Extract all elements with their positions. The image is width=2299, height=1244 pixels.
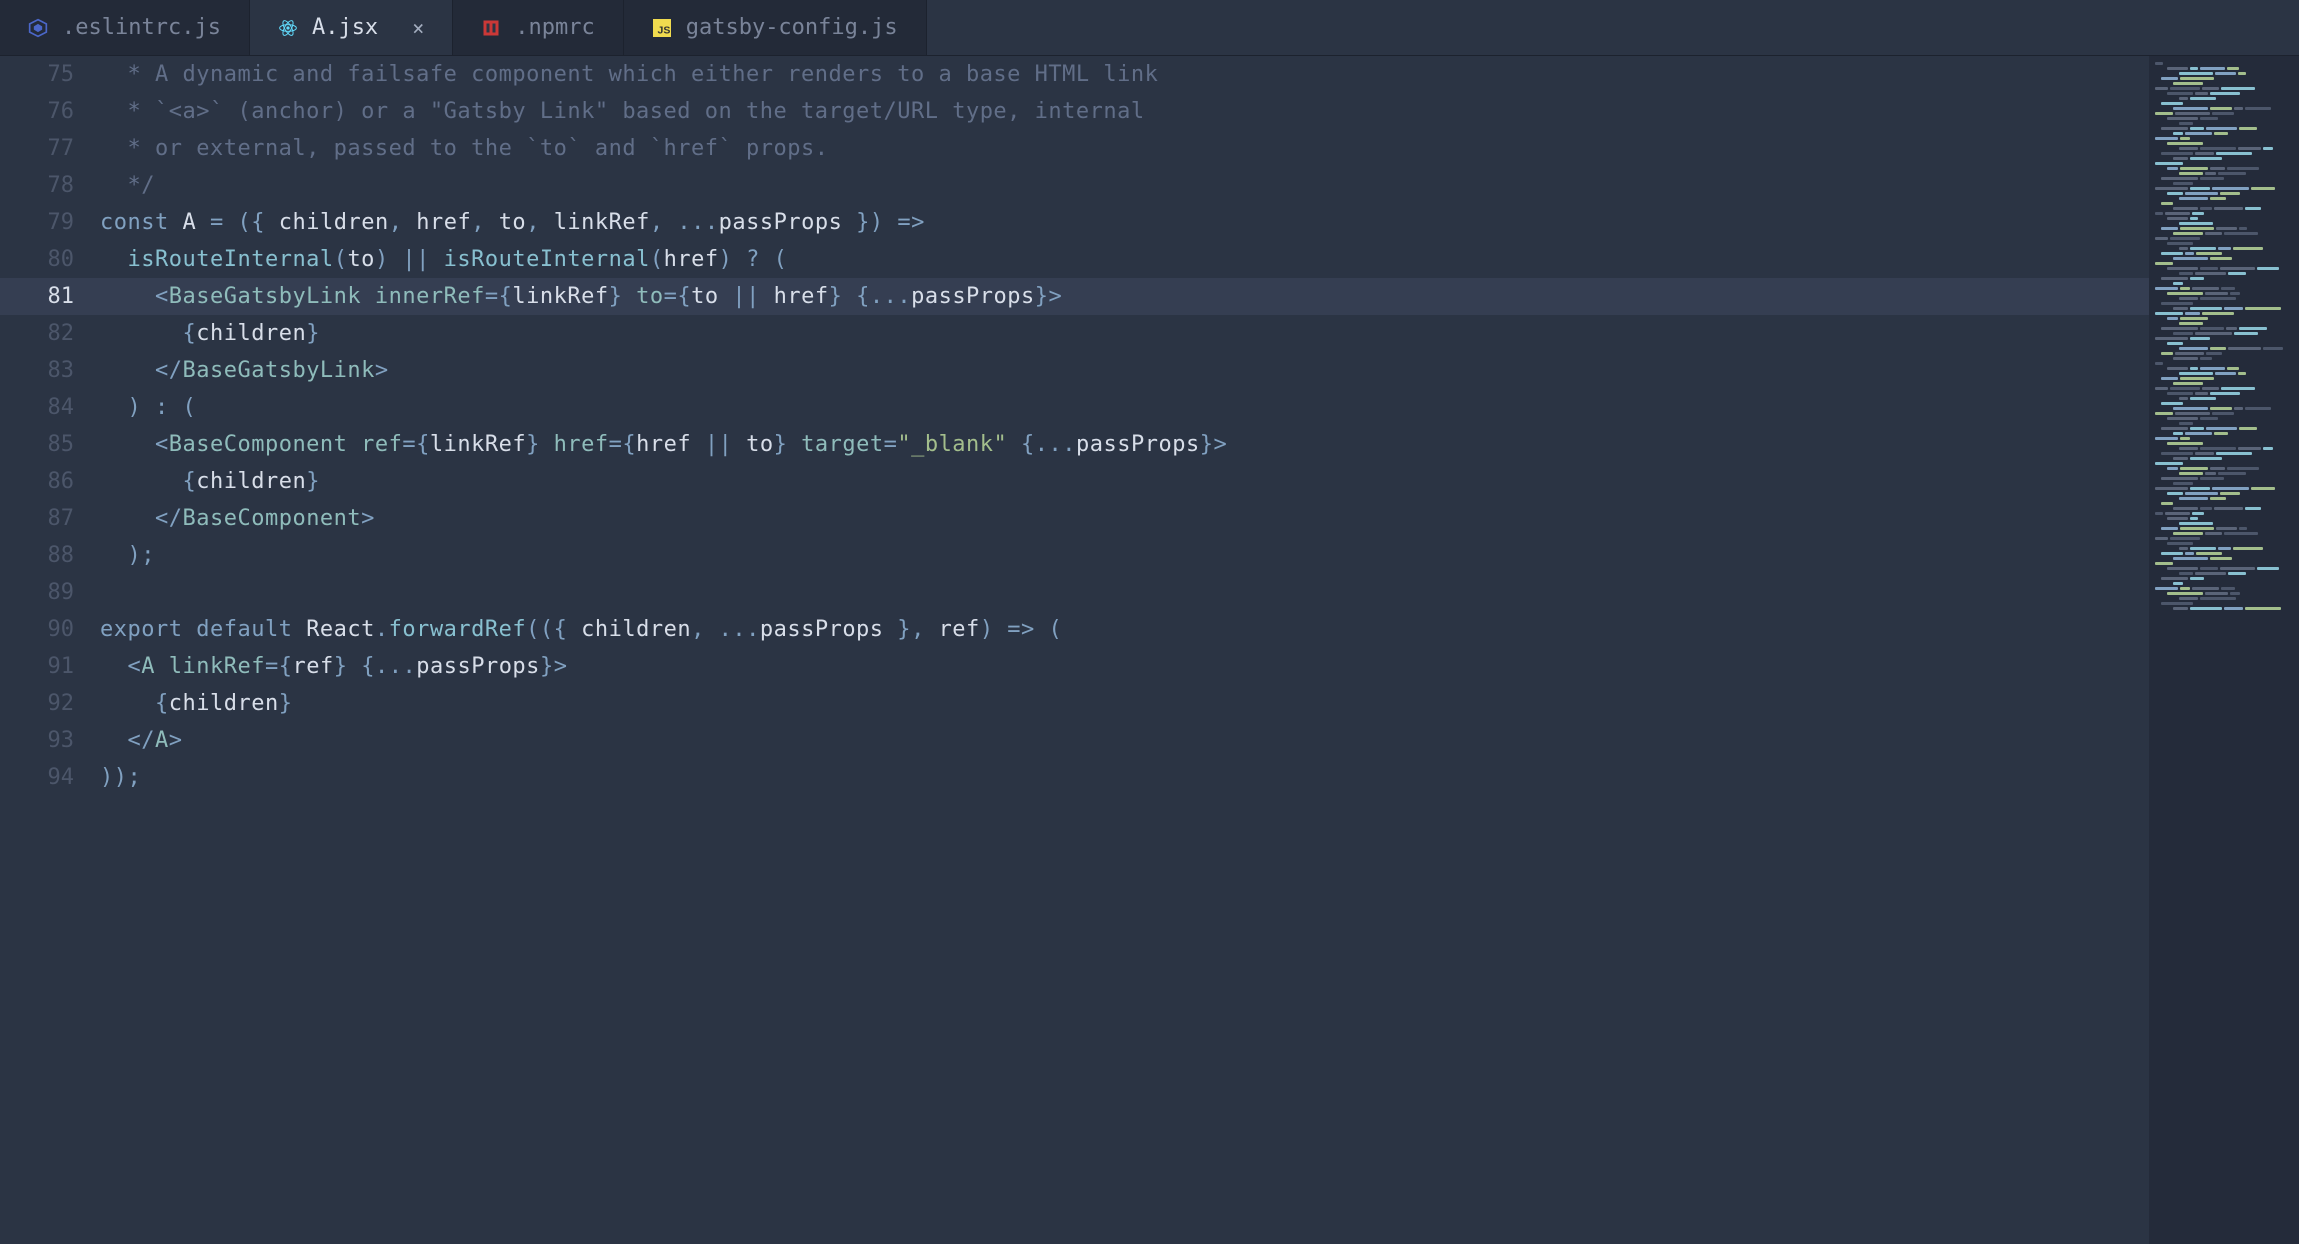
line-content: <BaseComponent ref={linkRef} href={href … xyxy=(100,432,1227,457)
tab-label: .npmrc xyxy=(515,15,594,40)
code-line[interactable]: 84 ) : ( xyxy=(0,389,2149,426)
line-content: const A = ({ children, href, to, linkRef… xyxy=(100,210,925,235)
code-line[interactable]: 86 {children} xyxy=(0,463,2149,500)
code-line[interactable]: 78 */ xyxy=(0,167,2149,204)
line-content: {children} xyxy=(100,321,320,346)
line-content: ) : ( xyxy=(100,395,196,420)
minimap[interactable] xyxy=(2149,56,2299,1244)
line-number: 77 xyxy=(0,136,100,161)
npm-icon xyxy=(481,18,501,38)
line-content: * A dynamic and failsafe component which… xyxy=(100,62,1158,87)
code-line[interactable]: 93 </A> xyxy=(0,722,2149,759)
line-content: {children} xyxy=(100,691,292,716)
eslint-icon xyxy=(28,18,48,38)
line-number: 90 xyxy=(0,617,100,642)
code-line[interactable]: 80 isRouteInternal(to) || isRouteInterna… xyxy=(0,241,2149,278)
line-number: 87 xyxy=(0,506,100,531)
line-number: 80 xyxy=(0,247,100,272)
line-number: 75 xyxy=(0,62,100,87)
line-number: 81 xyxy=(0,284,100,309)
line-number: 82 xyxy=(0,321,100,346)
line-number: 79 xyxy=(0,210,100,235)
react-icon xyxy=(278,18,298,38)
code-line[interactable]: 83 </BaseGatsbyLink> xyxy=(0,352,2149,389)
line-content: <BaseGatsbyLink innerRef={linkRef} to={t… xyxy=(100,284,1062,309)
line-content: )); xyxy=(100,765,141,790)
line-content: </BaseComponent> xyxy=(100,506,375,531)
line-content: <A linkRef={ref} {...passProps}> xyxy=(100,654,567,679)
line-content: ); xyxy=(100,543,155,568)
code-line[interactable]: 92 {children} xyxy=(0,685,2149,722)
code-line[interactable]: 88 ); xyxy=(0,537,2149,574)
code-line[interactable]: 76 * `<a>` (anchor) or a "Gatsby Link" b… xyxy=(0,93,2149,130)
tab-label: gatsby-config.js xyxy=(686,15,898,40)
line-content: export default React.forwardRef(({ child… xyxy=(100,617,1062,642)
line-number: 85 xyxy=(0,432,100,457)
line-number: 88 xyxy=(0,543,100,568)
line-number: 76 xyxy=(0,99,100,124)
line-content: */ xyxy=(100,173,155,198)
line-content: isRouteInternal(to) || isRouteInternal(h… xyxy=(100,247,787,272)
line-content: * `<a>` (anchor) or a "Gatsby Link" base… xyxy=(100,99,1145,124)
code-line[interactable]: 75 * A dynamic and failsafe component wh… xyxy=(0,56,2149,93)
code-line[interactable]: 82 {children} xyxy=(0,315,2149,352)
code-line[interactable]: 79const A = ({ children, href, to, linkR… xyxy=(0,204,2149,241)
line-number: 94 xyxy=(0,765,100,790)
tab-label: .eslintrc.js xyxy=(62,15,221,40)
line-content: {children} xyxy=(100,469,320,494)
line-content: </A> xyxy=(100,728,183,753)
line-number: 86 xyxy=(0,469,100,494)
js-icon: JS xyxy=(652,18,672,38)
tab-a-jsx[interactable]: A.jsx × xyxy=(250,0,453,55)
close-icon[interactable]: × xyxy=(412,16,424,40)
tab-gatsby-config[interactable]: JS gatsby-config.js xyxy=(624,0,927,55)
line-number: 93 xyxy=(0,728,100,753)
line-number: 78 xyxy=(0,173,100,198)
tab-npmrc[interactable]: .npmrc xyxy=(453,0,623,55)
line-number: 83 xyxy=(0,358,100,383)
line-number: 92 xyxy=(0,691,100,716)
line-content: </BaseGatsbyLink> xyxy=(100,358,389,383)
tab-label: A.jsx xyxy=(312,15,378,40)
code-line[interactable]: 91 <A linkRef={ref} {...passProps}> xyxy=(0,648,2149,685)
code-line[interactable]: 87 </BaseComponent> xyxy=(0,500,2149,537)
code-line[interactable]: 77 * or external, passed to the `to` and… xyxy=(0,130,2149,167)
code-editor[interactable]: 75 * A dynamic and failsafe component wh… xyxy=(0,56,2149,1244)
code-line[interactable]: 81 <BaseGatsbyLink innerRef={linkRef} to… xyxy=(0,278,2149,315)
code-line[interactable]: 94)); xyxy=(0,759,2149,796)
svg-text:JS: JS xyxy=(657,24,670,36)
line-number: 91 xyxy=(0,654,100,679)
line-number: 89 xyxy=(0,580,100,605)
code-line[interactable]: 89 xyxy=(0,574,2149,611)
code-line[interactable]: 85 <BaseComponent ref={linkRef} href={hr… xyxy=(0,426,2149,463)
tab-eslintrc[interactable]: .eslintrc.js xyxy=(0,0,250,55)
line-number: 84 xyxy=(0,395,100,420)
tab-bar: .eslintrc.js A.jsx × .npmrc JS gatsby-co… xyxy=(0,0,2299,56)
code-line[interactable]: 90export default React.forwardRef(({ chi… xyxy=(0,611,2149,648)
line-content: * or external, passed to the `to` and `h… xyxy=(100,136,829,161)
